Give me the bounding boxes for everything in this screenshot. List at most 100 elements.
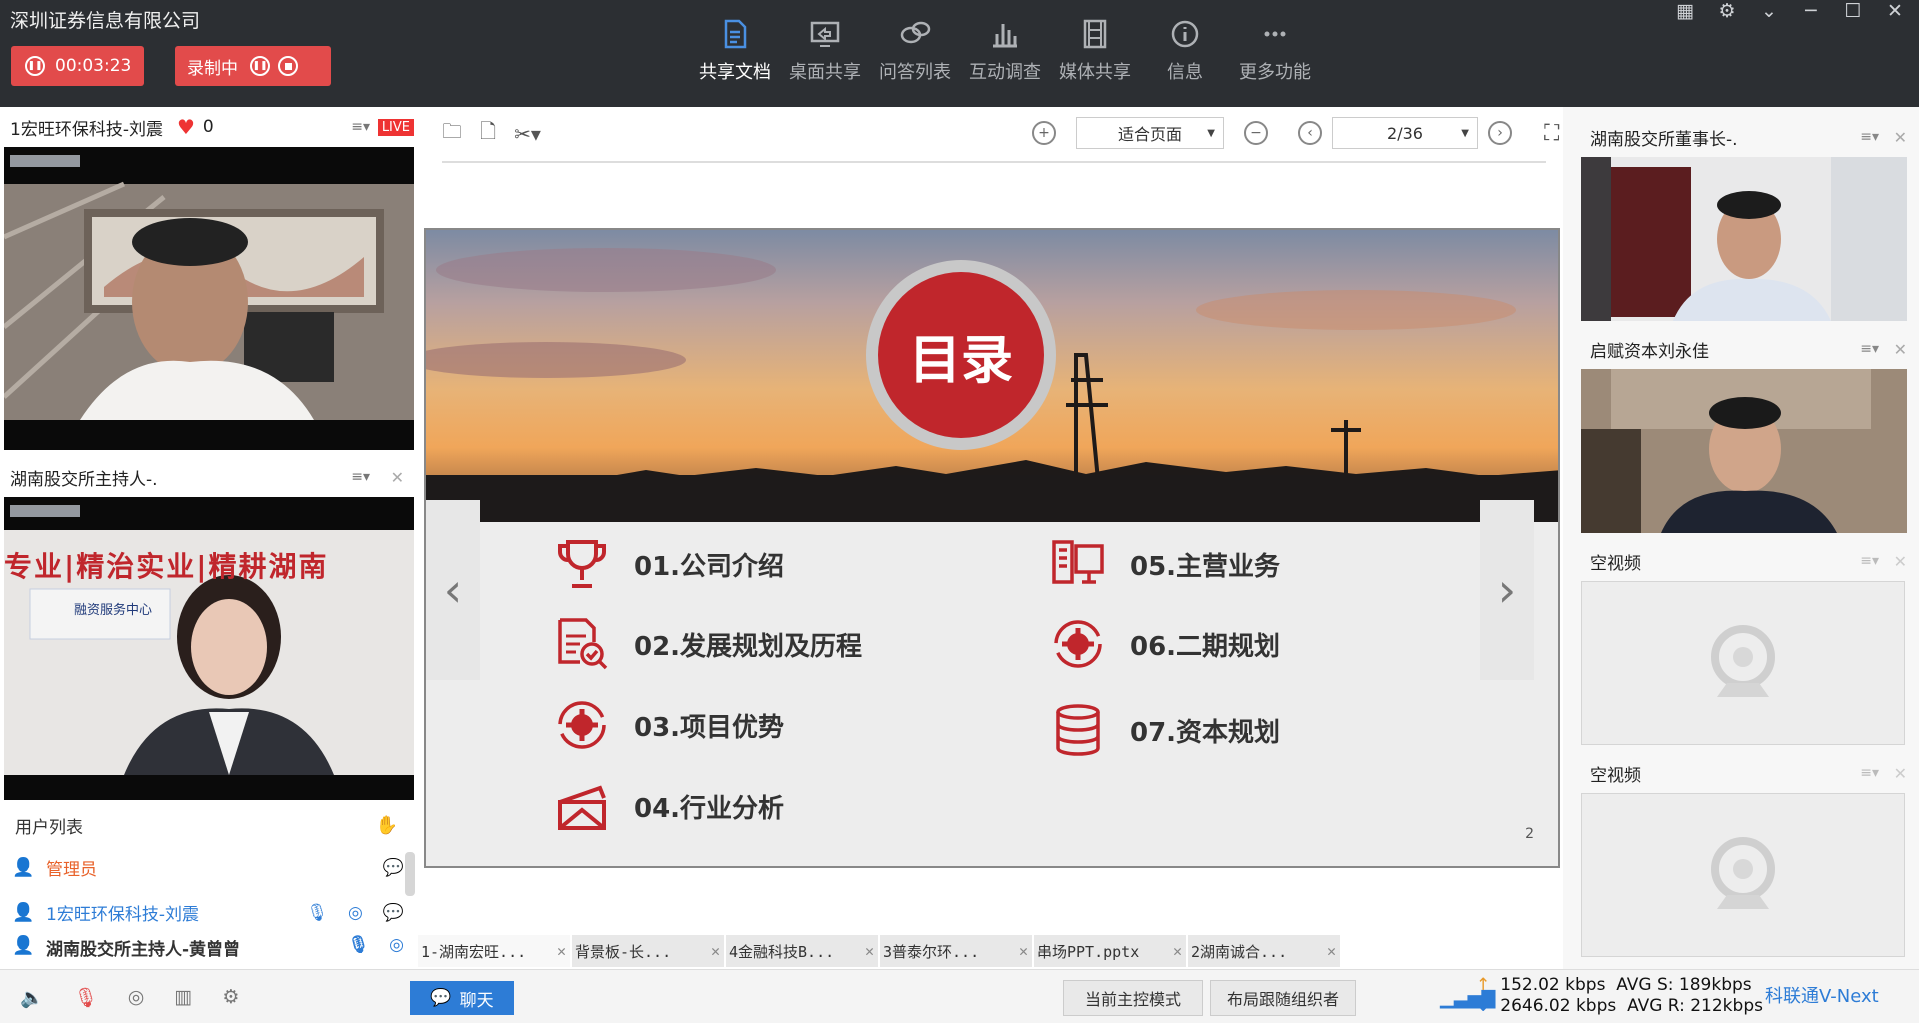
video-menu-icon[interactable]: ≡▾ xyxy=(1860,553,1879,569)
layout-follow-button[interactable]: 布局跟随组织者 xyxy=(1210,980,1356,1016)
nav-media-share[interactable]: 媒体共享 xyxy=(1050,18,1140,84)
slide-prev-arrow[interactable]: ‹ xyxy=(426,500,480,680)
prev-page-icon[interactable]: ‹ xyxy=(1298,121,1322,145)
doc-tab[interactable]: 4金融科技B... ✕ xyxy=(726,935,878,967)
video-menu-icon[interactable]: ≡▾ xyxy=(1860,765,1879,781)
brand-logo: 科联通V-Next xyxy=(1765,986,1879,1007)
minimize-icon[interactable]: ─ xyxy=(1799,0,1823,22)
webcam-icon xyxy=(1711,625,1775,697)
user-row[interactable]: 👤 管理员 💬 xyxy=(0,845,418,890)
nav-desktop-share[interactable]: 桌面共享 xyxy=(780,18,870,84)
presenter-user-icon: 👤 xyxy=(12,902,35,923)
gear-cycle-icon xyxy=(1054,620,1102,668)
close-icon[interactable]: ✕ xyxy=(391,468,404,487)
bottom-bar: 🔈 🎙 ◎ ▥ ⚙ 💬 聊天 当前主控模式 布局跟随组织者 ▁▃▅▇ ↑ 152.… xyxy=(0,969,1919,1023)
download-arrow-icon: ↓ xyxy=(1476,996,1491,1016)
master-mode-button[interactable]: 当前主控模式 xyxy=(1063,980,1203,1016)
chevron-down-icon: ▼ xyxy=(1207,127,1215,139)
close-icon[interactable]: ✕ xyxy=(1173,942,1182,960)
doc-tab[interactable]: 3普泰尔环... ✕ xyxy=(880,935,1032,967)
raise-hand-icon[interactable]: ✋ xyxy=(376,815,398,836)
maximize-icon[interactable]: ☐ xyxy=(1841,0,1865,22)
close-icon[interactable]: ✕ xyxy=(865,942,874,960)
layout-grid-icon[interactable]: ▦ xyxy=(1673,0,1697,22)
zoom-select[interactable]: 适合页面 ▼ xyxy=(1076,117,1224,149)
doc-tab[interactable]: 1-湖南宏旺... ✕ xyxy=(418,935,570,967)
video-menu-icon[interactable]: ≡▾ xyxy=(351,469,370,485)
chevron-down-icon[interactable]: ⌄ xyxy=(1757,0,1781,22)
video-menu-icon[interactable]: ≡▾ xyxy=(351,119,370,135)
close-icon[interactable]: ✕ xyxy=(1019,942,1028,960)
close-icon[interactable]: ✕ xyxy=(1327,942,1336,960)
video-watermark: logo xyxy=(10,505,80,517)
user-name: 1宏旺环保科技-刘震 xyxy=(46,905,199,925)
user-list-scrollbar[interactable] xyxy=(405,852,415,896)
nav-more[interactable]: 更多功能 xyxy=(1230,18,1320,84)
doc-tab[interactable]: 串场PPT.pptx ✕ xyxy=(1034,935,1186,967)
toc-label: 02.发展规划及历程 xyxy=(634,631,863,662)
microphone-icon[interactable]: 🎙 xyxy=(348,935,370,955)
host-video-image xyxy=(4,497,414,800)
pause-recording-icon[interactable]: ❚❚ xyxy=(250,56,270,76)
chat-bubble-icon[interactable]: 💬 xyxy=(383,858,404,878)
doc-tab[interactable]: 2湖南诚合... ✕ xyxy=(1188,935,1340,967)
close-icon[interactable]: ✕ xyxy=(711,942,720,960)
microphone-icon[interactable]: 🎙 xyxy=(306,903,328,923)
close-icon[interactable]: ✕ xyxy=(557,942,566,960)
speaker-icon[interactable]: 🔈 xyxy=(20,986,44,1009)
scissors-icon[interactable]: ✂▾ xyxy=(514,122,541,146)
slide-next-arrow[interactable]: › xyxy=(1480,500,1534,680)
more-dots-icon xyxy=(1264,31,1286,37)
camera-icon[interactable]: ◎ xyxy=(128,986,145,1009)
settings-gear-icon[interactable]: ⚙ xyxy=(222,986,239,1009)
nav-info[interactable]: 信息 xyxy=(1140,18,1230,84)
video-menu-icon[interactable]: ≡▾ xyxy=(1860,341,1879,357)
heart-icon[interactable]: ♥ xyxy=(177,115,195,139)
close-icon[interactable]: ✕ xyxy=(1894,552,1907,571)
timer-button[interactable]: ❚❚ 00:03:23 xyxy=(11,46,144,86)
stop-recording-icon[interactable] xyxy=(278,56,298,76)
download-avg: AVG R: 212kbps xyxy=(1627,996,1763,1016)
master-mode-label: 当前主控模式 xyxy=(1084,990,1181,1009)
video2-feed: 专业|精治实业|精耕湖南 融资服务中心 logo xyxy=(4,497,414,800)
download-rate: 2646.02 kbps xyxy=(1500,996,1617,1016)
chat-label: 聊天 xyxy=(459,990,494,1011)
close-icon[interactable]: ✕ xyxy=(1883,0,1907,22)
toc-item: 03.项目优势 xyxy=(554,697,784,753)
open-folder-icon[interactable]: 🗀 xyxy=(442,117,462,151)
slide-title-badge: 目录 xyxy=(866,260,1056,450)
page-select[interactable]: 2/36 ▼ xyxy=(1332,117,1478,149)
recording-button[interactable]: 录制中 ❚❚ xyxy=(175,46,331,86)
document-check-icon xyxy=(558,618,608,670)
live-badge: LIVE xyxy=(377,118,414,136)
camera-icon[interactable]: ◎ xyxy=(389,935,404,955)
nav-qa-list[interactable]: 问答列表 xyxy=(870,18,960,84)
mic-muted-icon[interactable]: 🎙 xyxy=(74,986,98,1009)
left-panel: 1宏旺环保科技-刘震 ♥ 0 ≡▾ LIVE logo 湖南股交所主持人-. xyxy=(0,107,418,969)
layout-follow-label: 布局跟随组织者 xyxy=(1226,990,1339,1009)
close-icon[interactable]: ✕ xyxy=(1894,128,1907,147)
doc-tab[interactable]: 背景板-长... ✕ xyxy=(572,935,724,967)
close-icon[interactable]: ✕ xyxy=(1894,764,1907,783)
fullscreen-icon[interactable]: ⛶ xyxy=(1544,121,1559,146)
toc-label: 06.二期规划 xyxy=(1130,631,1281,662)
next-page-icon[interactable]: › xyxy=(1488,121,1512,145)
video1-title: 1宏旺环保科技-刘震 xyxy=(10,119,163,140)
chat-bubble-icon[interactable]: 💬 xyxy=(383,903,404,923)
user-row[interactable]: 👤 湖南股交所主持人-黄曾曾 🎙 ◎ xyxy=(0,935,418,957)
camera-icon[interactable]: ◎ xyxy=(348,903,363,923)
guest-video-image xyxy=(1581,369,1907,533)
user-row[interactable]: 👤 1宏旺环保科技-刘震 🎙 ◎ 💬 xyxy=(0,890,418,935)
right-video1-title: 湖南股交所董事长-. xyxy=(1590,129,1738,150)
zoom-out-icon[interactable]: − xyxy=(1244,121,1268,145)
chat-button[interactable]: 💬 聊天 xyxy=(410,981,514,1015)
nav-survey[interactable]: 互动调查 xyxy=(960,18,1050,84)
equalizer-icon[interactable]: ▥ xyxy=(174,986,192,1009)
toc-item: 07.资本规划 xyxy=(1050,702,1280,758)
settings-gear-icon[interactable]: ⚙ xyxy=(1715,0,1739,22)
close-icon[interactable]: ✕ xyxy=(1894,340,1907,359)
nav-shared-doc[interactable]: 共享文档 xyxy=(690,18,780,84)
new-file-icon[interactable]: 🗋 xyxy=(480,117,496,151)
zoom-in-icon[interactable]: + xyxy=(1032,121,1056,145)
video-menu-icon[interactable]: ≡▾ xyxy=(1860,129,1879,145)
